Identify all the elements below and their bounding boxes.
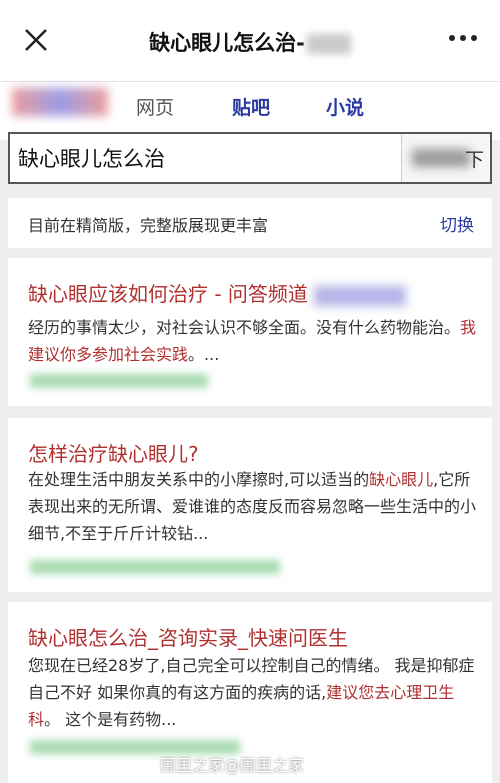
- tab-tieba[interactable]: 贴吧: [232, 93, 270, 120]
- result-title-text: 怎样治疗缺心眼儿?: [28, 442, 199, 466]
- watermark: 围里之家@围里之家: [160, 756, 305, 775]
- notice-text: 目前在精简版，完整版展现更丰富: [28, 216, 269, 235]
- result-snippet: 在处理生活中朋友关系中的小摩擦时,可以适当的缺心眼儿,它所表现出来的无所谓、爱谁…: [28, 466, 478, 547]
- blurred-search-label: [412, 149, 470, 167]
- top-bar: 缺心眼儿怎么治-: [0, 0, 500, 82]
- result-title[interactable]: 缺心眼应该如何治疗 - 问答频道: [28, 278, 406, 307]
- result-title-text: 缺心眼怎么治_咨询实录_快速问医生: [28, 626, 348, 650]
- tab-novel[interactable]: 小说: [326, 93, 364, 120]
- switch-link[interactable]: 切换: [440, 211, 474, 236]
- search-bar: 下: [8, 132, 492, 184]
- page-title: 缺心眼儿怎么治-: [0, 27, 500, 57]
- snippet-highlight: 缺心眼儿: [369, 470, 434, 489]
- snippet-end: 。...: [188, 345, 220, 364]
- result-snippet: 您现在已经28岁了,自己完全可以控制自己的情绪。 我是抑郁症 自己不好 如果你真…: [28, 652, 478, 733]
- snippet-text: 在处理生活中朋友关系中的小摩擦时,可以适当的: [28, 470, 370, 489]
- result-title[interactable]: 缺心眼怎么治_咨询实录_快速问医生: [28, 622, 348, 651]
- snippet-text-2: 。 这个是有药物...: [44, 710, 177, 729]
- result-url[interactable]: [30, 560, 280, 574]
- lite-version-notice: 目前在精简版，完整版展现更丰富 切换: [8, 198, 492, 248]
- result-card: 缺心眼应该如何治疗 - 问答频道 经历的事情太少，对社会认识不够全面。没有什么药…: [8, 258, 492, 406]
- result-title[interactable]: 怎样治疗缺心眼儿?: [28, 438, 199, 467]
- blurred-logo[interactable]: [12, 88, 108, 116]
- result-url[interactable]: [30, 374, 208, 388]
- snippet-text: 经历的事情太少，对社会认识不够全面。没有什么药物能治。: [28, 318, 461, 337]
- result-snippet: 经历的事情太少，对社会认识不够全面。没有什么药物能治。我建议你多参加社会实践。.…: [28, 314, 478, 368]
- result-title-text: 缺心眼应该如何治疗 - 问答频道: [28, 282, 308, 306]
- blurred-title-tail: [306, 34, 351, 54]
- search-button-label: 下: [464, 149, 484, 171]
- more-icon[interactable]: [448, 32, 478, 44]
- blurred-source: [313, 285, 406, 306]
- page-title-text: 缺心眼儿怎么治-: [149, 31, 305, 55]
- search-button[interactable]: 下: [402, 134, 490, 182]
- search-input[interactable]: [10, 134, 402, 182]
- result-card: 怎样治疗缺心眼儿? 在处理生活中朋友关系中的小摩擦时,可以适当的缺心眼儿,它所表…: [8, 418, 492, 592]
- tab-web[interactable]: 网页: [136, 93, 174, 120]
